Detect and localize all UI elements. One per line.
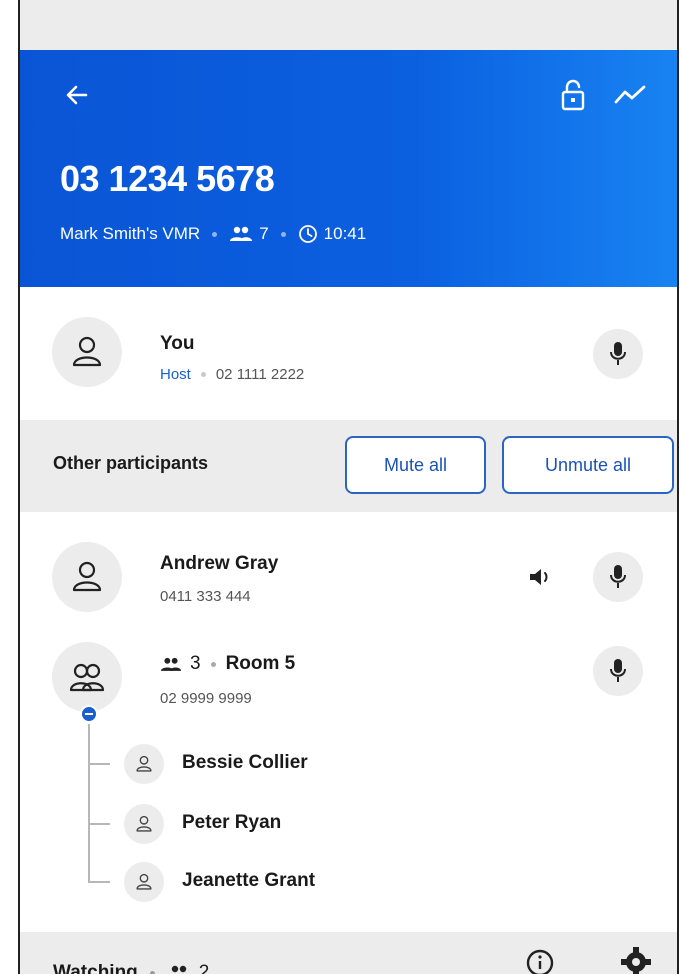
- call-header: 03 1234 5678 Mark Smith's VMR 7 10:41: [20, 50, 677, 287]
- people-icon: [171, 965, 186, 973]
- minus-icon: [85, 713, 93, 715]
- avatar: [52, 542, 122, 612]
- watching-section: Watching 2: [20, 932, 677, 974]
- participant-phone: 0411 333 444: [160, 588, 251, 605]
- arrow-left-icon: [66, 85, 88, 105]
- tree-branch: [88, 881, 110, 883]
- tree-trunk: [88, 724, 90, 882]
- participant-mic-button[interactable]: [593, 552, 643, 602]
- back-button[interactable]: [62, 80, 92, 110]
- title-separator: [210, 661, 216, 667]
- person-icon: [72, 336, 102, 367]
- speaker-icon: [530, 569, 548, 585]
- top-bar: [20, 0, 677, 50]
- stats-line-icon: [614, 85, 646, 104]
- meta-separator: [280, 231, 286, 237]
- person-icon: [136, 755, 152, 772]
- avatar: [52, 317, 122, 387]
- self-name: You: [160, 333, 195, 354]
- room-title: 3 Room 5: [160, 653, 295, 675]
- info-icon[interactable]: [525, 948, 555, 974]
- member-avatar: [124, 862, 164, 902]
- call-panel: 03 1234 5678 Mark Smith's VMR 7 10:41 Yo…: [20, 0, 677, 974]
- call-meta: Mark Smith's VMR 7 10:41: [60, 224, 366, 244]
- person-icon: [136, 873, 152, 890]
- watching-label-row: Watching 2: [53, 962, 209, 974]
- room-name: Room 5: [225, 653, 296, 674]
- person-icon: [72, 561, 102, 592]
- section-title: Other participants: [53, 453, 209, 473]
- mute-all-button[interactable]: Mute all: [345, 436, 486, 494]
- detail-separator: [200, 372, 206, 377]
- app-frame: 03 1234 5678 Mark Smith's VMR 7 10:41 Yo…: [0, 0, 681, 974]
- call-number: 03 1234 5678: [60, 158, 275, 199]
- people-icon: [230, 226, 253, 241]
- collapse-toggle[interactable]: [80, 705, 98, 723]
- self-details: Host 02 1111 2222: [160, 366, 304, 383]
- member-avatar: [124, 744, 164, 784]
- unmute-all-button[interactable]: Unmute all: [502, 436, 674, 494]
- other-participants-header: Other participants Mute all Unmute all: [20, 420, 677, 512]
- watching-count: 2: [198, 962, 210, 974]
- participant-name: Andrew Gray: [160, 553, 279, 574]
- stats-button[interactable]: [612, 80, 648, 110]
- self-phone: 02 1111 2222: [215, 366, 305, 383]
- room-phone: 02 9999 9999: [160, 690, 252, 707]
- member-avatar: [124, 804, 164, 844]
- participant-row[interactable]: Andrew Gray 0411 333 444: [20, 512, 677, 632]
- room-mic-button[interactable]: [593, 646, 643, 696]
- meta-separator: [212, 231, 218, 237]
- tree-branch: [88, 823, 110, 825]
- frame-border-right: [677, 0, 679, 974]
- gear-icon[interactable]: [620, 946, 652, 974]
- participant-count: 7: [259, 224, 269, 243]
- group-icon: [69, 663, 105, 692]
- tree-branch: [88, 763, 110, 765]
- room-group: 3 Room 5 02 9999 9999 Bessie Collier Pet…: [20, 632, 677, 932]
- member-name: Jeanette Grant: [182, 870, 316, 891]
- person-icon: [136, 815, 152, 832]
- lock-button[interactable]: [558, 78, 588, 112]
- room-avatar[interactable]: [52, 642, 122, 712]
- room-count: 3: [190, 653, 201, 674]
- microphone-icon: [610, 342, 626, 365]
- clock-icon: [298, 225, 317, 243]
- unlock-icon: [561, 79, 585, 111]
- call-duration: 10:41: [323, 224, 367, 243]
- footer-separator: [149, 970, 155, 974]
- role-label: Host: [160, 366, 191, 383]
- watching-label: Watching: [53, 962, 138, 974]
- people-icon: [160, 657, 182, 671]
- microphone-icon: [610, 565, 626, 588]
- member-name: Peter Ryan: [182, 812, 282, 833]
- member-name: Bessie Collier: [182, 752, 308, 773]
- self-mic-button[interactable]: [593, 329, 643, 379]
- vmr-name: Mark Smith's VMR: [60, 224, 201, 243]
- self-row: You Host 02 1111 2222: [20, 287, 677, 420]
- microphone-icon: [610, 659, 626, 682]
